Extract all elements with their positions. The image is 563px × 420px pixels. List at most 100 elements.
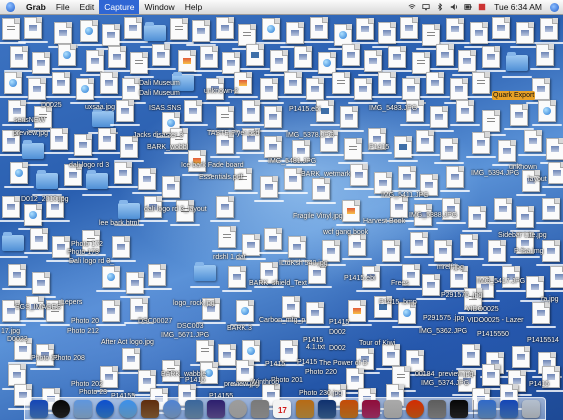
menu-app-name[interactable]: Grab [21, 0, 51, 14]
desktop-item-label[interactable]: Dali Museum [138, 89, 181, 98]
menu-capture[interactable]: Capture [99, 0, 140, 14]
desktop-item-label[interactable]: P1415 [328, 318, 350, 327]
desktop-item-label[interactable]: P1415550 [476, 330, 510, 339]
desktop-item-label[interactable]: IMG_5378.JPG [285, 131, 335, 140]
desktop-item-label[interactable]: mrelf.jpg [436, 263, 465, 272]
dock-trash-icon[interactable] [521, 399, 540, 418]
desktop-item-label[interactable]: logo_rock.jpg [172, 299, 216, 308]
desktop-item-label[interactable]: IMG_5483.JPG [368, 104, 418, 113]
desktop-item-label[interactable]: Dali logo rd 3_ [68, 257, 115, 266]
desktop-item-label[interactable]: Frees [390, 279, 410, 288]
desktop-item-label[interactable]: Essentials.pdf [198, 173, 244, 182]
desktop-item-label[interactable]: 17.jpg [0, 327, 21, 336]
dock-ichat-icon[interactable] [118, 399, 137, 418]
desktop-item-label[interactable]: IMG_5671.JPG [160, 331, 210, 340]
desktop-item-label[interactable]: ra.jpg [540, 295, 560, 304]
desktop-item-label[interactable]: dali logo rd 3_layout [143, 205, 208, 214]
desktop-item-label[interactable]: Lepers [60, 298, 83, 307]
desktop-item-label[interactable]: wcf gang book [322, 228, 369, 237]
desktop-item-label[interactable]: DSC003 [176, 322, 204, 331]
desktop-item-label[interactable]: P291575 .jpg [422, 314, 465, 323]
desktop-item-label[interactable]: Photo 220 [304, 368, 338, 377]
desktop-item-label[interactable]: Photo 173 [66, 248, 100, 257]
desktop-item-label[interactable]: BARK_shield_Text [248, 279, 308, 288]
desktop-item-label[interactable]: P1415 [368, 143, 390, 152]
desktop-item-label[interactable]: BARK_wetmark [300, 170, 351, 179]
airport-wifi-icon[interactable] [408, 3, 416, 11]
desktop-item-label[interactable]: uxsaa.jpg [84, 103, 116, 112]
desktop-item-label[interactable]: TASTE Flyer.psd [206, 129, 260, 138]
desktop-item-label[interactable]: Photo 20 [70, 317, 100, 326]
desktop-item-label[interactable]: IMG_5394.JPG [470, 169, 520, 178]
desktop-item-label[interactable]: preview.jpg [12, 129, 49, 138]
dock-photoshop-icon[interactable] [317, 399, 336, 418]
volume-icon[interactable] [450, 3, 458, 11]
desktop-item-label[interactable]: dali logo rd 3 [68, 161, 110, 170]
desktop-item-label[interactable]: After Act logo.jpg [100, 338, 155, 347]
battery-icon[interactable] [464, 3, 472, 11]
desktop-item-label[interactable]: Tour of Kiwi [358, 339, 396, 348]
desktop-item-label[interactable]: P291575 .jpg [440, 291, 483, 300]
dock-idvd-icon[interactable] [229, 399, 248, 418]
dock-quark-icon[interactable] [384, 399, 403, 418]
desktop-item-label[interactable]: D002 [328, 344, 347, 353]
dock-finder-icon[interactable] [30, 399, 49, 418]
menu-clock[interactable]: Tue 6:34 AM [492, 0, 544, 14]
dock-garageband-icon[interactable] [251, 399, 270, 418]
dock-addressbook-icon[interactable] [140, 399, 159, 418]
menu-help[interactable]: Help [180, 0, 207, 14]
desktop-item-label[interactable]: P1415 [528, 380, 550, 389]
desktop-item-label[interactable]: D0025 [40, 101, 63, 110]
bluetooth-icon[interactable] [436, 3, 444, 11]
dock-itunes-icon[interactable] [162, 399, 181, 418]
dock-ical-icon[interactable]: 17 [273, 399, 292, 418]
dock-imovie-icon[interactable] [207, 399, 226, 418]
desktop-item-label[interactable]: IMG_5411.JPG [380, 191, 430, 200]
dock-illustrator-icon[interactable] [339, 399, 358, 418]
dock-applications-folder-icon[interactable] [499, 399, 518, 418]
desktop-item-label[interactable]: 00184_preview.jpg [414, 370, 474, 379]
menu-window[interactable]: Window [139, 0, 179, 14]
desktop-item-label[interactable]: 4.1.txt [305, 343, 326, 352]
desktop-item-label[interactable]: P1415.ebi [288, 105, 322, 114]
desktop-item-label[interactable]: D002 [328, 328, 347, 337]
desktop-item-label[interactable]: IMG_5417.JPG [476, 277, 526, 286]
desktop-item-label[interactable]: DSC00027 [137, 317, 173, 326]
desktop-item-label[interactable]: layout [527, 175, 548, 184]
desktop-item-label[interactable]: BARK_wobbl [146, 143, 189, 152]
dock-mail-icon[interactable] [74, 399, 93, 418]
desktop-item-label[interactable]: Winthrop [250, 378, 280, 387]
desktop-item-label[interactable]: Photo 212 [66, 327, 100, 336]
dock-system-preferences-icon[interactable] [428, 399, 447, 418]
display-icon[interactable] [422, 3, 430, 11]
dock-terminal-icon[interactable] [450, 399, 469, 418]
desktop-item-label[interactable]: P1415 [296, 358, 318, 367]
desktop-item-label[interactable]: Jacks disaster 3 [132, 131, 184, 140]
desktop-item-label[interactable]: SGS_IMAGES [14, 303, 62, 312]
desktop-item-label[interactable]: BARK.3 [226, 324, 253, 333]
desktop-item-label[interactable]: Photo 23 [78, 388, 108, 397]
desktop-item-label[interactable]: D012_2010.jpg [20, 195, 70, 204]
input-menu-icon[interactable] [478, 3, 486, 11]
desktop-item-label[interactable]: P1415 .bmp [378, 298, 418, 307]
desktop-item-label[interactable]: Photo 208 [52, 354, 86, 363]
desktop-item-label[interactable]: P1415 [264, 360, 286, 369]
desktop-item-label[interactable]: P1415514 [526, 336, 560, 345]
desktop-item-label[interactable]: Dali Museum [138, 79, 181, 88]
desktop-item-label[interactable]: VIDO0025 - Lazer [466, 316, 524, 325]
desktop-item-label[interactable]: lee bark.html [98, 219, 140, 228]
desktop-item-label[interactable]: P1415.ebi [343, 274, 377, 283]
dock-firefox-icon[interactable] [406, 399, 425, 418]
desktop-item-label[interactable]: Harvest Book [362, 217, 406, 226]
desktop-item-label[interactable]: IMG_5362.JPG [418, 327, 468, 336]
dock-safari-icon[interactable] [96, 399, 115, 418]
desktop-item-label[interactable]: D0023 [6, 335, 29, 344]
desktop-item-label[interactable]: IMG_5388.JPG [408, 211, 458, 220]
dock-documents-folder-icon[interactable] [477, 399, 496, 418]
desktop-item-label[interactable]: ILtdKsh 540.jpg [278, 259, 329, 268]
desktop-item-label[interactable]: rdshl 1.dat [212, 253, 247, 262]
dock-indesign-icon[interactable] [361, 399, 380, 418]
dock-dashboard-icon[interactable] [52, 399, 71, 418]
desktop-item-label[interactable]: Quark Export [492, 91, 536, 100]
desktop-item-label[interactable]: ISAS.SNS [148, 104, 182, 113]
